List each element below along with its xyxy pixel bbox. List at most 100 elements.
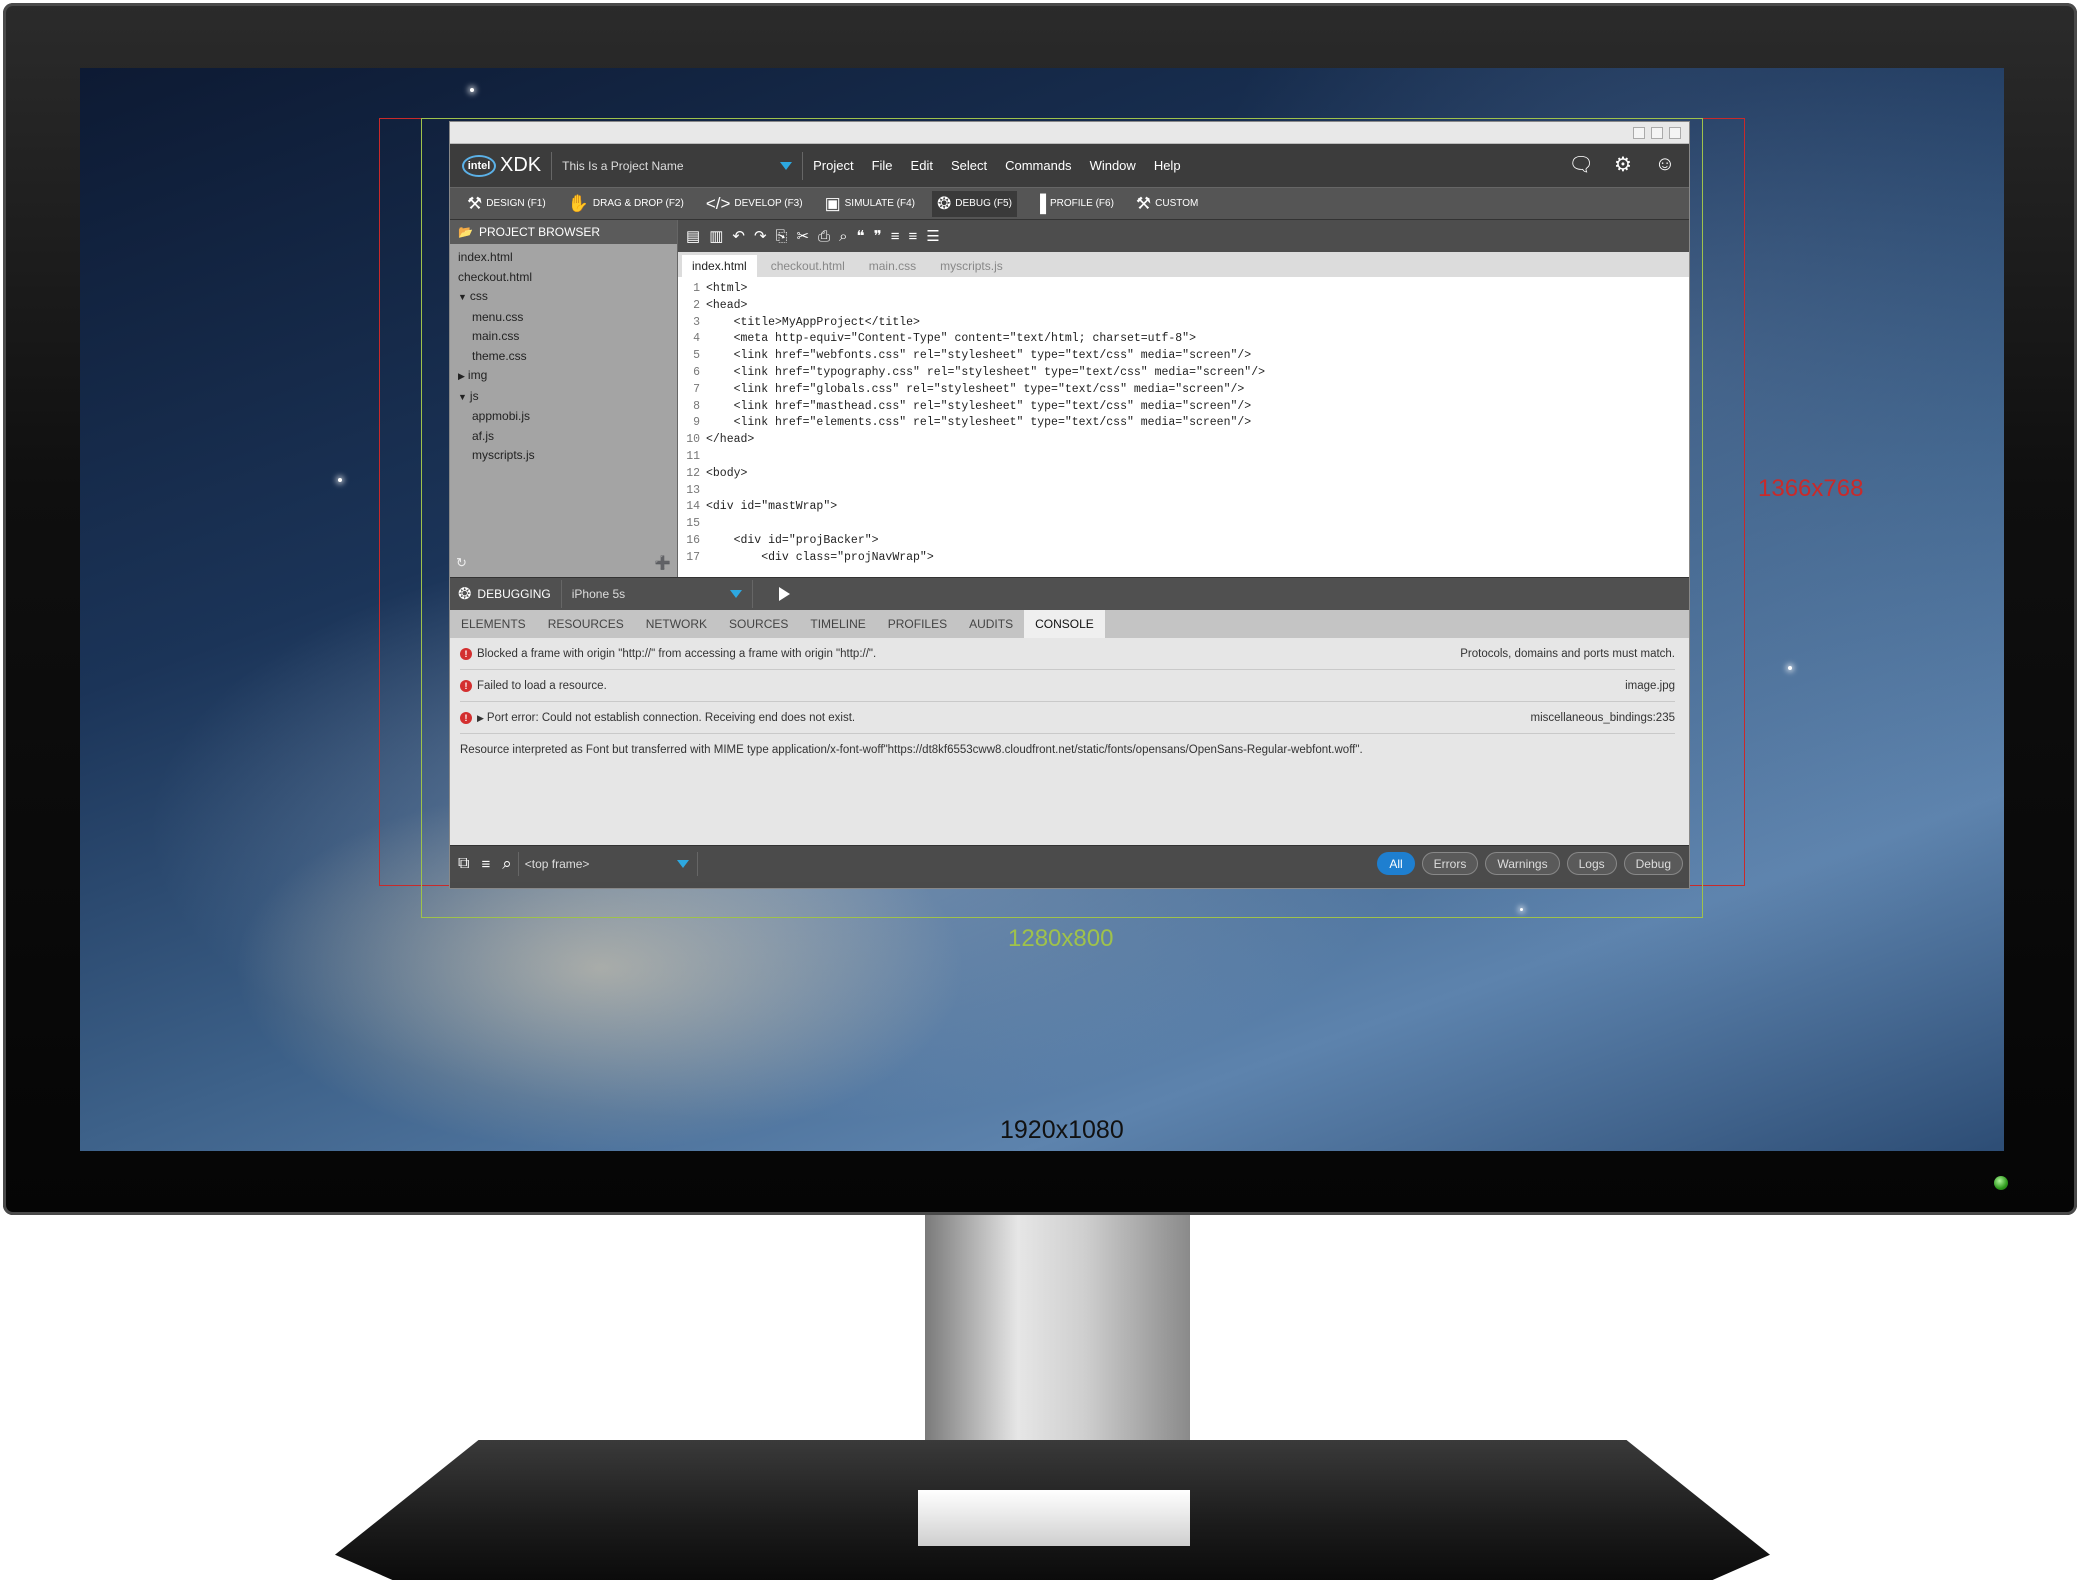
console-message: Failed to load a resource. [477,679,607,692]
code-text: <html> [706,282,748,295]
menu-select[interactable]: Select [951,158,987,173]
tab-console[interactable]: CONSOLE [1024,610,1105,638]
line-number: 4 [693,332,700,346]
format-icon[interactable]: ☰ [926,227,939,245]
refresh-icon[interactable]: ↻ [456,555,467,571]
console-row: Resource interpreted as Font but transfe… [460,734,1675,766]
undo-icon[interactable]: ↶ [732,227,745,245]
console-toolbar: ⧉ ≡ ⌕ <top frame> All Errors Warnings Lo… [450,845,1689,882]
filter-logs-button[interactable]: Logs [1566,852,1617,875]
code-line: 9 <link href="elements.css" rel="stylesh… [678,415,1689,432]
filter-all-button[interactable]: All [1377,852,1415,875]
folder-label: css [469,289,488,303]
tab-index-html[interactable]: index.html [682,255,757,277]
filter-debug-button[interactable]: Debug [1623,852,1683,875]
maximize-button[interactable] [1651,127,1663,139]
error-icon: ! [460,679,472,692]
console-prompt-icon[interactable]: ≡ [481,856,490,873]
device-select[interactable]: iPhone 5s [572,587,742,601]
minimize-button[interactable] [1633,127,1645,139]
mode-label: DESIGN (F1) [486,198,546,209]
uncomment-icon[interactable]: ❞ [874,227,882,245]
xdk-logo: intel XDK [462,154,541,177]
indent-icon[interactable]: ≡ [891,228,900,245]
mode-simulate[interactable]: ▣ SIMULATE (F4) [820,191,920,217]
menu-edit[interactable]: Edit [911,158,933,173]
tab-main-css[interactable]: main.css [859,255,926,277]
code-line: 5 <link href="webfonts.css" rel="stylesh… [678,348,1689,365]
search-icon[interactable]: ⌕ [839,228,847,245]
play-icon[interactable] [778,587,790,601]
tree-file[interactable]: appmobi.js [458,407,677,427]
menu-project[interactable]: Project [813,158,853,173]
tab-sources[interactable]: SOURCES [718,610,799,638]
tree-folder-css[interactable]: ▼ css [458,287,677,308]
caret-down-icon: ▼ [458,391,467,402]
menu-help[interactable]: Help [1154,158,1181,173]
search-icon[interactable]: ⌕ [502,854,512,874]
tab-checkout-html[interactable]: checkout.html [761,255,855,277]
cut-icon[interactable]: ✂ [797,227,810,245]
menu-file[interactable]: File [872,158,893,173]
project-select[interactable]: This Is a Project Name [562,152,793,180]
paste-icon[interactable]: ⎙ [818,228,830,245]
tab-resources[interactable]: RESOURCES [537,610,635,638]
project-browser: 📂 PROJECT BROWSER index.html checkout.ht… [450,220,678,577]
filter-warnings-button[interactable]: Warnings [1485,852,1560,875]
power-led-icon [1994,1176,2008,1190]
tree-file[interactable]: af.js [458,427,677,447]
tree-file[interactable]: index.html [458,248,677,268]
tree-file[interactable]: menu.css [458,308,677,328]
tree-folder-img[interactable]: ▶ img [458,366,677,387]
line-number: 12 [686,466,700,480]
star [1788,666,1792,670]
redo-icon[interactable]: ↷ [754,227,767,245]
chat-icon[interactable]: 🗨 [1568,152,1593,176]
filter-errors-button[interactable]: Errors [1421,852,1479,875]
menu-window[interactable]: Window [1090,158,1136,173]
mode-design[interactable]: ⚒ DESIGN (F1) [462,191,551,217]
console-source[interactable]: miscellaneous_bindings:235 [1531,712,1676,724]
frame-select[interactable]: <top frame> [517,852,698,876]
save-all-icon[interactable]: ▥ [709,227,723,245]
gear-icon[interactable]: ⚙ [1611,152,1635,176]
expand-caret-icon[interactable]: ▶ [477,713,484,723]
mode-debug[interactable]: ❂ DEBUG (F5) [932,190,1017,217]
tree-file[interactable]: myscripts.js [458,446,677,466]
line-number: 1 [693,282,700,295]
mode-custom[interactable]: ⚒ CUSTOM [1131,191,1203,217]
copy-icon[interactable]: ⎘ [776,228,788,245]
console-source[interactable]: image.jpg [1625,680,1675,692]
outdent-icon[interactable]: ≡ [908,228,917,245]
bar-chart-icon: ▐ [1033,193,1046,213]
tab-network[interactable]: NETWORK [635,610,718,638]
tab-elements[interactable]: ELEMENTS [450,610,537,638]
tab-myscripts-js[interactable]: myscripts.js [930,255,1013,277]
mode-label: DEVELOP (F3) [734,198,803,209]
dock-icon[interactable]: ⧉ [458,855,469,873]
tab-profiles[interactable]: PROFILES [877,610,958,638]
tree-file[interactable]: main.css [458,327,677,347]
comment-icon[interactable]: ❝ [857,227,865,245]
divider [751,580,753,608]
save-icon[interactable]: ▤ [686,227,700,245]
mode-drag-drop[interactable]: ✋ DRAG & DROP (F2) [563,191,689,217]
line-number: 7 [693,382,700,396]
add-folder-icon[interactable]: ➕ [655,555,671,571]
menu-commands[interactable]: Commands [1005,158,1071,173]
close-button[interactable] [1669,127,1681,139]
line-number: 16 [686,533,700,547]
tab-timeline[interactable]: TIMELINE [799,610,876,638]
code-text: <link href="masthead.css" rel="styleshee… [706,399,1252,413]
user-icon[interactable]: ☺ [1653,152,1677,176]
mode-label: SIMULATE (F4) [844,198,916,209]
mode-profile[interactable]: ▐ PROFILE (F6) [1029,191,1119,217]
tree-file[interactable]: checkout.html [458,268,677,288]
tab-audits[interactable]: AUDITS [958,610,1024,638]
code-line: 17 <div class="projNavWrap"> [678,550,1689,567]
mode-develop[interactable]: </> DEVELOP (F3) [701,191,808,217]
tree-folder-js[interactable]: ▼ js [458,387,677,408]
label-1366x768: 1366x768 [1758,475,1864,502]
code-area[interactable]: 1 <html> 2 <head> 3 <title>MyAppProject</t… [678,277,1689,577]
tree-file[interactable]: theme.css [458,347,677,367]
